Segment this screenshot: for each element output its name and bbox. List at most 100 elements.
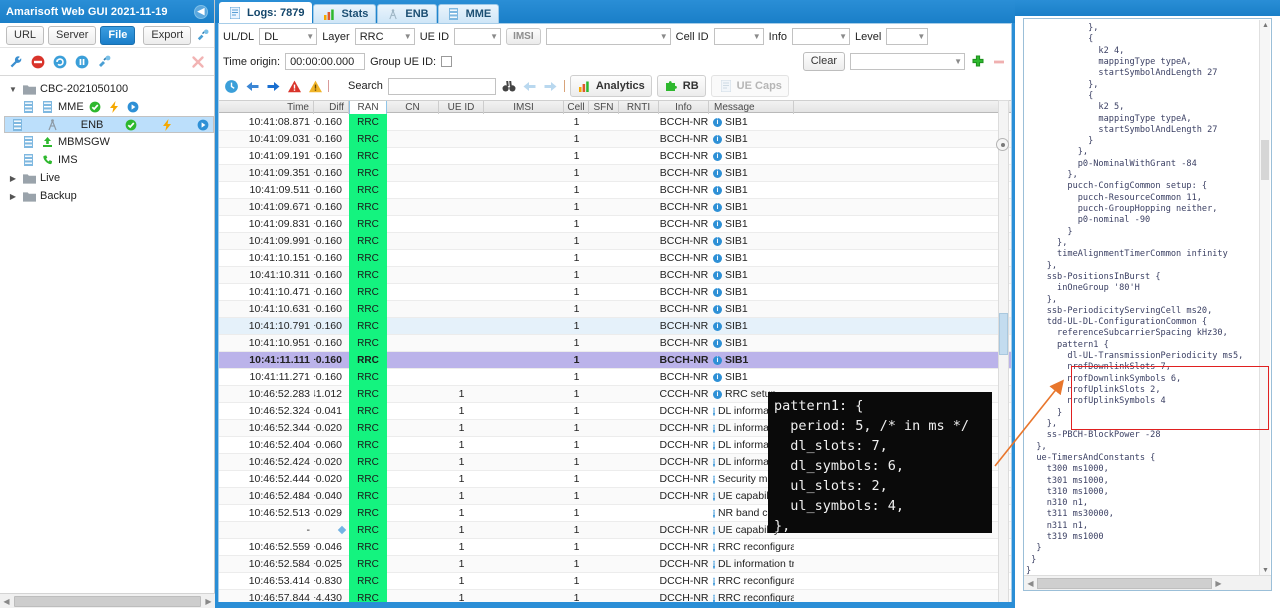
table-row[interactable]: 10:41:11.271 +0.160RRC 1 BCCH-NRiSIB1 [219, 369, 1011, 386]
column-header-ue-id[interactable]: UE ID [439, 101, 484, 114]
scroll-right-arrow-icon[interactable]: ▶ [1212, 579, 1225, 588]
tab-stats[interactable]: Stats [313, 4, 377, 23]
table-row[interactable]: 10:41:10.311 +0.160RRC 1 BCCH-NRiSIB1 [219, 267, 1011, 284]
table-row[interactable]: 10:41:10.471 +0.160RRC 1 BCCH-NRiSIB1 [219, 284, 1011, 301]
chevron-down-icon[interactable]: ▼ [8, 85, 18, 94]
table-row[interactable]: 10:41:09.831 +0.160RRC 1 BCCH-NRiSIB1 [219, 216, 1011, 233]
sidebar-item-enb[interactable]: ENB [4, 116, 214, 133]
table-row[interactable]: 10:46:52.559 +0.046RRC 1 1 DCCH-NR iRRC recon… [219, 539, 1011, 556]
column-header-diff[interactable]: Diff [314, 101, 349, 114]
chevron-left-icon[interactable]: ◀ [194, 4, 208, 19]
column-header-rnti[interactable]: RNTI [619, 101, 659, 114]
preset-select[interactable]: ▼ [850, 53, 965, 70]
info-select[interactable]: ▼ [792, 28, 850, 45]
server-button[interactable]: Server [48, 25, 97, 45]
error-triangle-icon[interactable] [286, 78, 302, 94]
export-button[interactable]: Export [143, 25, 192, 45]
column-header-cell[interactable]: Cell [564, 101, 589, 114]
clock-icon[interactable] [223, 78, 239, 94]
imsi-select[interactable]: ▼ [545, 28, 671, 45]
cellid-select[interactable]: ▼ [713, 28, 764, 45]
scrollbar-thumb[interactable] [999, 313, 1008, 355]
column-header-info[interactable]: Info [659, 101, 709, 114]
warning-triangle-icon[interactable] [307, 78, 323, 94]
tree-node-cbc[interactable]: ▼ CBC-2021050100 [4, 80, 214, 98]
tab-mme[interactable]: MME [437, 4, 500, 23]
table-row[interactable]: 10:41:09.991 +0.160RRC 1 BCCH-NRiSIB1 [219, 233, 1011, 250]
table-row[interactable]: 10:46:52.584 +0.025RRC 1 1 DCCH-NR iDL inform… [219, 556, 1011, 573]
stop-icon[interactable] [30, 54, 46, 70]
url-button[interactable]: URL [6, 25, 45, 45]
scroll-left-arrow-icon[interactable]: ◀ [1024, 579, 1037, 588]
tree-node-ims[interactable]: IMS [4, 151, 214, 169]
bolt-icon[interactable] [106, 99, 122, 115]
clear-button[interactable]: Clear [802, 52, 845, 71]
column-header-cn[interactable]: CN [387, 101, 439, 114]
level-select[interactable]: ▼ [886, 28, 929, 45]
table-row[interactable]: 10:41:09.191 +0.160RRC 1 BCCH-NRiSIB1 [219, 148, 1011, 165]
tree-node-backup[interactable]: ▶ Backup [4, 187, 214, 205]
plus-green-icon[interactable] [970, 54, 986, 70]
layer-select[interactable]: RRC ▼ [354, 28, 415, 45]
scrollbar-thumb[interactable] [1037, 577, 1212, 589]
tab-enb[interactable]: ENB [377, 4, 437, 23]
table-row[interactable]: 10:41:10.631 +0.160RRC 1 BCCH-NRiSIB1 [219, 301, 1011, 318]
imsi-button[interactable]: IMSI [506, 28, 541, 45]
bolt-icon[interactable] [159, 117, 175, 133]
scrollbar-thumb[interactable] [1261, 140, 1269, 180]
table-row[interactable]: 10:41:10.151 +0.160RRC 1 BCCH-NRiSIB1 [219, 250, 1011, 267]
minus-red-icon[interactable] [991, 54, 1007, 70]
tree-node-mbmsgw[interactable]: MBMSGW [4, 133, 214, 151]
refresh-icon[interactable] [52, 54, 68, 70]
file-button[interactable]: File [100, 25, 136, 45]
plug-add-icon[interactable] [195, 27, 210, 43]
search-input[interactable] [387, 77, 496, 95]
chevron-right-icon[interactable]: ▶ [8, 174, 18, 183]
column-header-ran[interactable]: RAN [349, 101, 387, 114]
arrow-left-pale-icon[interactable] [522, 78, 538, 94]
column-header-message[interactable]: Message [709, 101, 794, 114]
resize-knob[interactable] [996, 138, 1009, 151]
scrollbar-thumb[interactable] [14, 595, 201, 607]
binoculars-icon[interactable] [501, 78, 517, 94]
table-row[interactable]: 10:46:53.414 +0.830RRC 1 1 DCCH-NR iRRC recon… [219, 573, 1011, 590]
table-row[interactable]: 10:41:10.791 +0.160RRC 1 BCCH-NRiSIB1 [219, 318, 1011, 335]
table-row[interactable]: 10:41:09.511 +0.160RRC 1 BCCH-NRiSIB1 [219, 182, 1011, 199]
group-ueid-checkbox[interactable] [441, 56, 453, 67]
table-row[interactable]: 10:41:09.351 +0.160RRC 1 BCCH-NRiSIB1 [219, 165, 1011, 182]
tree-node-mme[interactable]: MME [4, 98, 214, 116]
chevron-right-icon[interactable]: ▶ [8, 192, 18, 201]
analytics-button[interactable]: Analytics [569, 75, 652, 97]
config-vertical-scrollbar[interactable]: ▲ ▼ [1259, 20, 1270, 576]
time-origin-input[interactable]: 00:00:00.000 [285, 53, 366, 70]
column-header-time[interactable]: Time [219, 101, 314, 114]
uldl-select[interactable]: DL ▼ [259, 28, 318, 45]
table-row[interactable]: 10:41:09.031 +0.160RRC 1 BCCH-NRiSIB1 [219, 131, 1011, 148]
arrow-left-blue-icon[interactable] [244, 78, 260, 94]
delete-x-icon[interactable] [190, 54, 206, 70]
play-circle-icon[interactable] [195, 117, 211, 133]
sidebar-horizontal-scrollbar[interactable]: ◀ ▶ [0, 593, 215, 608]
plug-icon[interactable] [96, 54, 112, 70]
table-row[interactable]: 10:41:08.871 +0.160RRC 1 BCCH-NRiSIB1 [219, 114, 1011, 131]
tree-node-live[interactable]: ▶ Live [4, 169, 214, 187]
scroll-right-arrow-icon[interactable]: ▶ [202, 597, 215, 606]
scroll-left-arrow-icon[interactable]: ◀ [0, 597, 13, 606]
tab-logs[interactable]: Logs: 7879 [219, 2, 313, 23]
rb-button[interactable]: RB [656, 75, 706, 97]
wrench-icon[interactable] [8, 54, 24, 70]
ueid-select[interactable]: ▼ [454, 28, 502, 45]
table-row[interactable]: 10:41:09.671 +0.160RRC 1 BCCH-NRiSIB1 [219, 199, 1011, 216]
scroll-up-arrow-icon[interactable]: ▲ [1260, 20, 1271, 31]
column-header-sfn[interactable]: SFN [589, 101, 619, 114]
config-horizontal-scrollbar[interactable]: ◀ ▶ [1024, 575, 1271, 590]
table-row[interactable]: 10:41:10.951 +0.160RRC 1 BCCH-NRiSIB1 [219, 335, 1011, 352]
arrow-right-pale-icon[interactable] [543, 78, 559, 94]
ue-caps-button[interactable]: UE Caps [710, 75, 789, 97]
logs-vertical-scrollbar[interactable] [998, 100, 1009, 604]
play-circle-icon[interactable] [125, 99, 141, 115]
column-header-imsi[interactable]: IMSI [484, 101, 564, 114]
pause-icon[interactable] [74, 54, 90, 70]
arrow-right-blue-icon[interactable] [265, 78, 281, 94]
table-row[interactable]: 10:41:11.111 +0.160RRC 1 BCCH-NRiSIB1 [219, 352, 1011, 369]
